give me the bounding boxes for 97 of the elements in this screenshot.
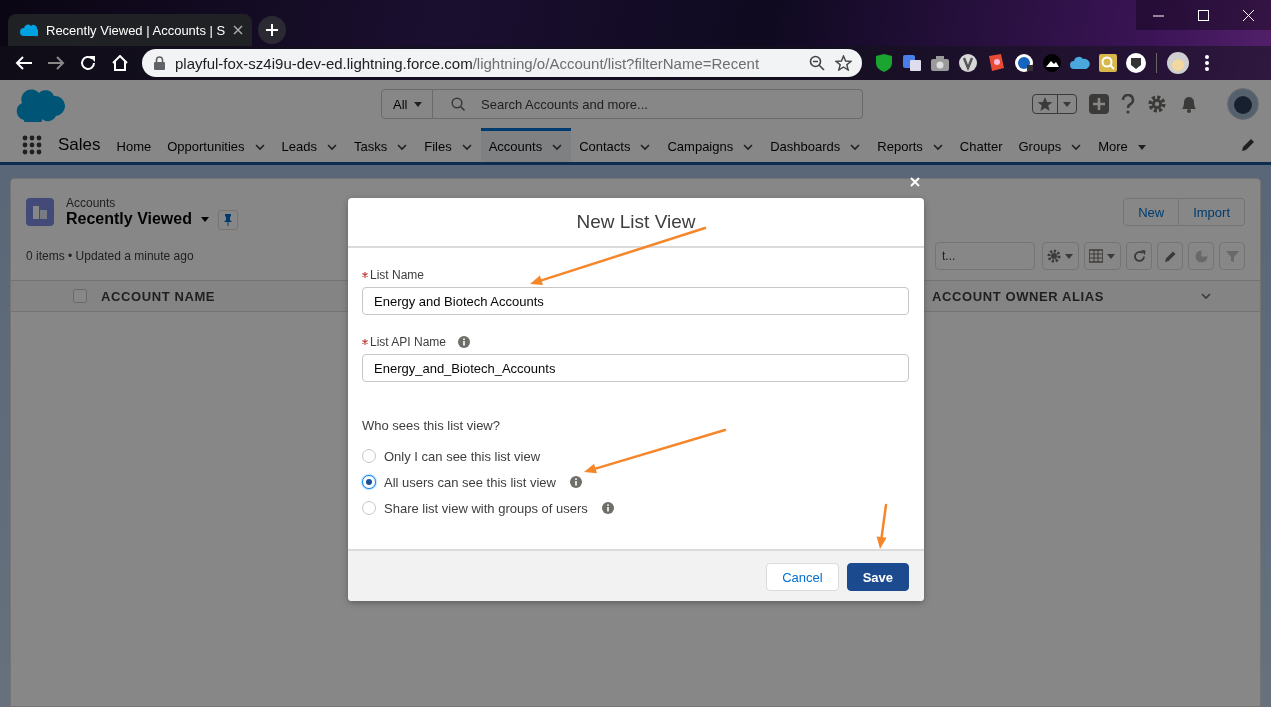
text-field[interactable]: Energy and Biotech Accounts — [362, 287, 909, 315]
header-button[interactable]: Import — [1179, 198, 1245, 226]
search-scope-dropdown[interactable]: All — [381, 89, 433, 119]
plus-icon — [266, 24, 278, 36]
lock-icon — [154, 56, 165, 70]
badge-icon[interactable] — [986, 53, 1006, 73]
bell-icon[interactable] — [1179, 94, 1199, 114]
star-icon[interactable] — [835, 55, 852, 71]
nav-tab[interactable]: Files — [416, 128, 481, 162]
header-button[interactable]: New — [1123, 198, 1180, 226]
circle-icon[interactable] — [1014, 53, 1034, 73]
nav-tab[interactable]: Home — [108, 128, 160, 162]
avatar-icon[interactable] — [1167, 52, 1189, 74]
select-all-checkbox[interactable] — [73, 289, 87, 303]
list-status: 0 items • Updated a minute ago — [26, 249, 194, 263]
search-input[interactable]: Search Accounts and more... — [479, 95, 862, 113]
chevron-icon[interactable] — [1200, 290, 1212, 302]
reload-icon[interactable] — [80, 55, 96, 71]
close-icon — [1243, 9, 1254, 21]
annotation-arrow — [876, 503, 888, 549]
nav-tab[interactable]: Campaigns — [659, 128, 763, 162]
nav-tab[interactable]: Opportunities — [159, 128, 274, 162]
home-icon[interactable] — [111, 55, 129, 71]
zoom-out-icon[interactable] — [809, 55, 825, 71]
nav-tab[interactable]: Groups — [1010, 128, 1091, 162]
list-object-icon — [26, 198, 54, 226]
search-icon — [451, 97, 465, 111]
cloud-icon — [20, 23, 38, 37]
caret-icon[interactable] — [1064, 251, 1074, 261]
object-label: Accounts — [66, 196, 117, 210]
text-field[interactable]: Energy_and_Biotech_Accounts — [362, 354, 909, 382]
table-icon — [1089, 249, 1103, 263]
field-label: List API Name — [370, 335, 447, 349]
refresh-icon — [1132, 249, 1146, 263]
nav-tab[interactable]: Contacts — [571, 128, 660, 162]
edit-button[interactable] — [1157, 242, 1183, 270]
search-field[interactable]: Search Accounts and more... — [433, 89, 863, 119]
add-icon[interactable] — [1089, 94, 1109, 114]
nav-tab[interactable]: Chatter — [951, 128, 1011, 162]
column-header[interactable]: ACCOUNT OWNER ALIAS — [932, 288, 1104, 304]
shield-icon[interactable] — [1126, 53, 1146, 73]
caret-icon[interactable] — [413, 99, 424, 109]
translate-icon[interactable] — [902, 53, 922, 73]
close-icon[interactable] — [233, 25, 244, 35]
browser-tab[interactable]: Recently Viewed | Accounts | S — [8, 14, 252, 46]
nav-tab[interactable]: Reports — [869, 128, 952, 162]
url-text: playful-fox-sz4i9u-dev-ed.lightning.force.com/lightning/o/Account/list?filterName=Recent — [175, 54, 761, 72]
list-search-field[interactable]: t... — [935, 242, 1035, 270]
address-bar[interactable]: playful-fox-sz4i9u-dev-ed.lightning.force.com/lightning/o/Account/list?filterName=Recent — [142, 49, 862, 77]
filter-icon — [1225, 249, 1239, 263]
back-icon[interactable] — [15, 55, 33, 71]
column-header[interactable]: ACCOUNT NAME — [101, 288, 216, 304]
nav-tab[interactable]: Leads — [273, 128, 346, 162]
radio-label[interactable]: All users can see this list view — [384, 474, 556, 490]
caret-icon[interactable] — [1106, 251, 1116, 261]
radio-button[interactable] — [362, 501, 376, 515]
magnifier-icon[interactable] — [1098, 53, 1118, 73]
close-button[interactable] — [908, 175, 922, 189]
cancel-button[interactable]: Cancel — [766, 563, 839, 591]
circle-icon[interactable] — [958, 53, 978, 73]
cloud-logo-icon — [14, 86, 66, 122]
settings-icon — [1047, 249, 1061, 263]
app-name: Sales — [58, 135, 101, 155]
nav-tab[interactable]: Dashboards — [762, 128, 870, 162]
mountain-icon[interactable] — [1042, 53, 1062, 73]
nav-tab[interactable]: More — [1090, 128, 1155, 162]
caret-icon[interactable] — [200, 214, 210, 224]
field-label: List Name — [370, 268, 425, 282]
shield-icon[interactable] — [874, 53, 894, 73]
refresh-button[interactable] — [1126, 242, 1152, 270]
pin-icon — [223, 214, 233, 226]
caret-icon[interactable] — [1062, 99, 1072, 109]
nav-tab[interactable]: Tasks — [345, 128, 417, 162]
menu-icon[interactable] — [1205, 55, 1209, 71]
star-icon — [1037, 96, 1053, 112]
radio-label[interactable]: Share list view with groups of users — [384, 500, 588, 516]
settings-menu-button[interactable] — [1042, 242, 1079, 270]
forward-icon[interactable] — [47, 55, 65, 71]
app-launcher-icon[interactable] — [22, 135, 42, 155]
maximize-icon — [1198, 9, 1209, 21]
radio-button[interactable] — [362, 449, 376, 463]
new-tab-button[interactable] — [258, 16, 286, 44]
modal-title: New List View — [576, 211, 696, 233]
display-menu-button[interactable] — [1084, 242, 1121, 270]
settings-icon[interactable] — [1147, 94, 1167, 114]
radio-button[interactable] — [362, 475, 376, 489]
question-label: Who sees this list view? — [362, 418, 501, 433]
radio-label[interactable]: Only I can see this list view — [384, 448, 541, 464]
edit-icon[interactable] — [1241, 138, 1255, 152]
nav-tab[interactable]: Accounts — [480, 128, 572, 162]
pin-button[interactable] — [218, 210, 238, 230]
save-button[interactable]: Save — [846, 563, 909, 591]
camera-icon[interactable] — [930, 53, 950, 73]
edit-icon — [1163, 249, 1177, 263]
list-view-picker[interactable]: Recently Viewed — [66, 210, 210, 228]
help-icon[interactable] — [1121, 94, 1135, 114]
pie-chart-icon — [1194, 249, 1208, 263]
